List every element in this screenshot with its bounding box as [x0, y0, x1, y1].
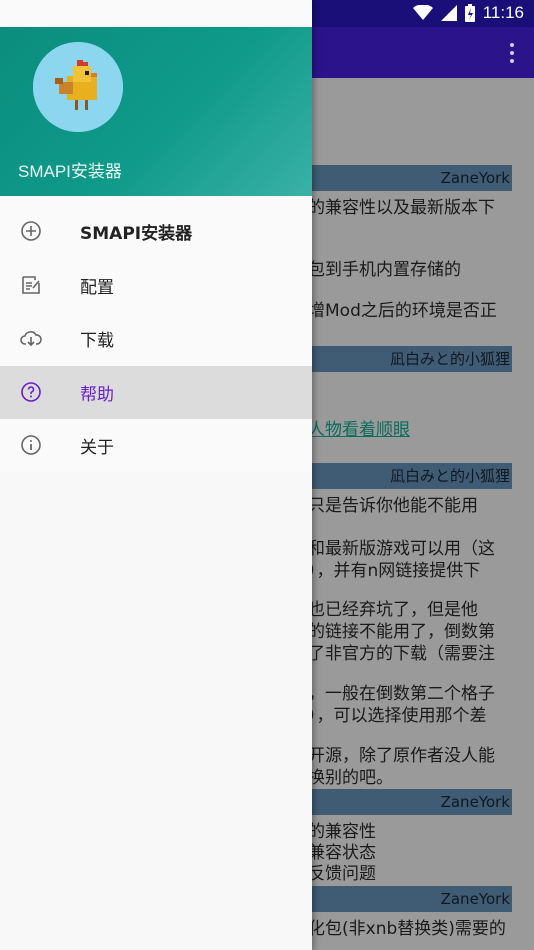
content-line: 化包(非xnb替换类)需要的 — [308, 919, 506, 939]
menu-item-label: 下载 — [80, 331, 114, 352]
content-line: 换别的吧。 — [308, 768, 393, 788]
info-circle-icon — [21, 435, 41, 455]
clock: 11:16 — [482, 3, 524, 22]
signal-icon — [440, 5, 457, 21]
menu-item-about[interactable]: 关于 — [0, 419, 312, 473]
cloud-download-icon — [20, 331, 42, 347]
content-line: 和最新版游戏可以用（这 — [308, 539, 495, 559]
menu-item-label: 帮助 — [80, 384, 114, 405]
content-line: 的链接不能用了，倒数第 — [308, 622, 495, 642]
overflow-menu-icon[interactable] — [510, 43, 516, 67]
menu-item-config[interactable]: 配置 — [0, 259, 312, 313]
content-line: 包到手机内置存储的 — [308, 260, 461, 280]
menu-item-label: 关于 — [80, 438, 114, 459]
content-link[interactable]: 人物看着顺眼 — [308, 419, 410, 441]
drawer-header-title: SMAPI安装器 — [18, 162, 122, 181]
content-line: 兼容状态 — [308, 843, 376, 863]
content-line: 开源，除了原作者没人能 — [308, 746, 495, 766]
menu-item-help[interactable]: 帮助 — [0, 365, 312, 419]
edit-note-icon — [22, 275, 40, 294]
drawer-empty-area — [0, 472, 312, 950]
help-circle-icon — [21, 381, 41, 402]
menu-item-label: SMAPI安装器 — [80, 224, 193, 245]
content-line: 反馈问题 — [308, 864, 376, 884]
content-line: 只是告诉你他能不能用 — [308, 496, 478, 516]
menu-item-download[interactable]: 下载 — [0, 312, 312, 366]
content-line: 了非官方的下载（需要注 — [308, 644, 495, 664]
content-line: 的兼容性 — [308, 822, 376, 842]
drawer-menu: SMAPI安装器 配置 下载 帮助 关于 — [0, 205, 312, 473]
navigation-drawer: SMAPI安装器 SMAPI安装器 配置 下载 帮助 关于 — [0, 0, 312, 950]
chicken-avatar-icon — [33, 42, 123, 132]
content-line: ），可以选择使用那个差 — [308, 706, 487, 726]
wifi-icon — [412, 5, 433, 20]
content-line: ，一般在倒数第二个格子 — [308, 684, 495, 704]
battery-icon — [464, 4, 475, 22]
menu-item-smapi-installer[interactable]: SMAPI安装器 — [0, 205, 312, 259]
content-line: ），并有n网链接提供下 — [308, 561, 481, 581]
menu-item-label: 配置 — [80, 277, 114, 298]
add-circle-icon — [21, 221, 41, 241]
content-line: 的兼容性以及最新版本下 — [308, 198, 495, 218]
content-line: 增Mod之后的环境是否正 — [308, 301, 497, 321]
drawer-header: SMAPI安装器 — [0, 27, 312, 196]
content-line: 也已经弃坑了，但是他 — [308, 600, 478, 620]
